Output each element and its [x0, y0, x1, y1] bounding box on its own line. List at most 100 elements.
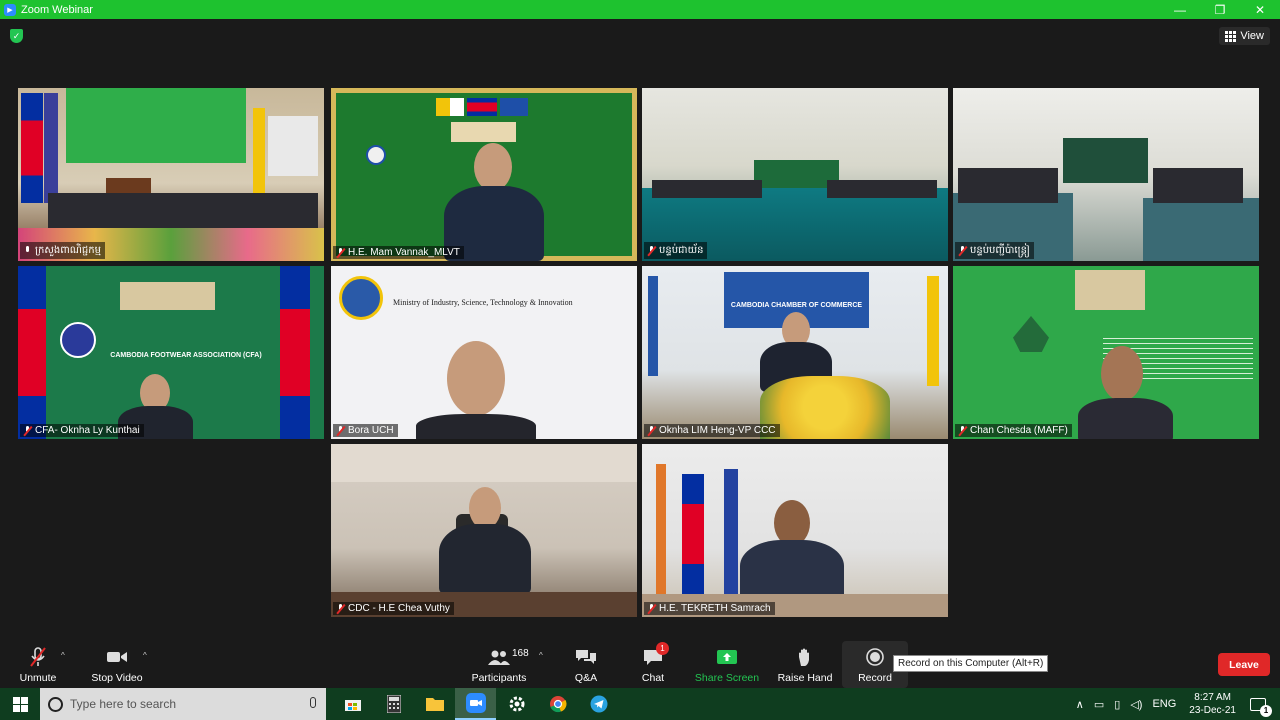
clock[interactable]: 8:27 AM 23-Dec-21	[1189, 691, 1236, 717]
share-screen-button[interactable]: Share Screen	[694, 641, 760, 688]
ministry-sign: Ministry of Industry, Science, Technolog…	[393, 298, 573, 307]
flag	[724, 469, 738, 594]
calculator-app-icon[interactable]	[373, 688, 414, 720]
cortana-icon	[48, 696, 63, 712]
stop-video-button[interactable]: Stop Video	[89, 641, 145, 688]
stage-banner	[66, 88, 246, 163]
maximize-button[interactable]: ❐	[1200, 0, 1240, 19]
video-tile[interactable]: CDC - H.E Chea Vuthy	[331, 444, 637, 617]
audience	[48, 193, 318, 228]
telegram-app-icon[interactable]	[578, 688, 619, 720]
attendees	[652, 180, 762, 198]
participants-button[interactable]: 168 Participants	[468, 641, 530, 688]
battery-icon[interactable]: ▯	[1114, 698, 1120, 711]
participant-label: H.E. Mam Vannak_MLVT	[333, 246, 464, 259]
microphone-muted-icon	[647, 245, 656, 256]
participants-chevron-icon[interactable]: ^	[539, 651, 543, 660]
meeting-toolbar: Unmute ^ Stop Video ^ 168 Participants ^…	[0, 641, 1280, 688]
settings-gear-icon[interactable]	[496, 688, 537, 720]
person-head	[1101, 346, 1143, 401]
participant-count: 168	[512, 648, 529, 659]
unmute-button[interactable]: Unmute	[16, 641, 60, 688]
raise-hand-button[interactable]: Raise Hand	[776, 641, 834, 688]
start-button[interactable]	[0, 688, 40, 720]
ministry-logo-icon	[366, 145, 386, 165]
microphone-muted-icon	[23, 425, 32, 436]
leave-button[interactable]: Leave	[1218, 653, 1270, 676]
zoom-app-icon: ▶	[4, 3, 16, 16]
cambodia-flag	[18, 266, 46, 439]
attendees	[1153, 168, 1243, 203]
volume-icon[interactable]: ◁)	[1130, 698, 1142, 711]
participant-name: CDC - H.E Chea Vuthy	[348, 603, 450, 614]
raise-hand-icon	[794, 646, 816, 668]
show-hidden-icons-chevron-icon[interactable]: ∧	[1076, 698, 1084, 711]
window-controls: — ❐ ✕	[1160, 0, 1280, 19]
flag	[253, 108, 265, 198]
participant-name: Chan Chesda (MAFF)	[970, 425, 1068, 436]
wall-carving	[331, 444, 637, 482]
record-label: Record	[858, 672, 892, 684]
meeting-area: ✓ View ក្រសួងពាណិជ្ជកម្ម H.E. Mam Vannak…	[0, 19, 1280, 641]
video-tile[interactable]: H.E. Mam Vannak_MLVT	[331, 88, 637, 261]
file-explorer-app-icon[interactable]	[414, 688, 455, 720]
qa-button[interactable]: Q&A	[566, 641, 606, 688]
encryption-shield-icon[interactable]: ✓	[10, 29, 23, 43]
audio-options-chevron-icon[interactable]: ^	[61, 651, 65, 660]
person-head	[474, 143, 512, 191]
back-wall-screen	[1063, 138, 1148, 183]
participant-name: H.E. TEKRETH Samrach	[659, 603, 771, 614]
video-tile[interactable]: CAMBODIA CHAMBER OF COMMERCE Oknha LIM H…	[642, 266, 948, 439]
participant-label: បន្ទប់ជាយ័ន	[644, 242, 708, 259]
share-screen-icon	[716, 646, 738, 668]
person-body	[439, 524, 531, 594]
chat-button[interactable]: 1 Chat	[633, 641, 673, 688]
microphone-muted-icon	[27, 646, 49, 668]
conference-table	[1143, 198, 1259, 261]
window-title: Zoom Webinar	[21, 3, 93, 16]
microphone-icon	[23, 245, 32, 256]
notification-center-icon[interactable]: 1	[1250, 697, 1272, 717]
person-body	[1078, 398, 1173, 439]
microphone-icon[interactable]	[310, 697, 316, 708]
microphone-muted-icon	[336, 603, 345, 614]
system-tray: ∧ ▭ ▯ ◁) ENG 8:27 AM 23-Dec-21 1	[1071, 688, 1280, 720]
flag	[648, 276, 658, 376]
chamber-sign-text: CAMBODIA CHAMBER OF COMMERCE	[730, 302, 863, 309]
person-head	[469, 487, 501, 529]
participant-name: H.E. Mam Vannak_MLVT	[348, 247, 460, 258]
video-tile[interactable]: Ministry of Industry, Science, Technolog…	[331, 266, 637, 439]
video-tile[interactable]: បន្ទប់ជាយ័ន	[642, 88, 948, 261]
view-button[interactable]: View	[1219, 27, 1270, 45]
portraits	[451, 122, 516, 142]
cambodia-flag	[280, 266, 310, 439]
participant-name: CFA- Oknha Ly Kunthai	[35, 425, 140, 436]
person-body	[416, 414, 536, 439]
close-button[interactable]: ✕	[1240, 0, 1280, 19]
chrome-app-icon[interactable]	[537, 688, 578, 720]
zoom-app-icon[interactable]	[455, 688, 496, 720]
video-tile[interactable]: CAMBODIA FOOTWEAR ASSOCIATION (CFA) CFA-…	[18, 266, 324, 439]
taskbar-search[interactable]: Type here to search	[40, 688, 326, 720]
video-tile[interactable]: Chan Chesda (MAFF)	[953, 266, 1259, 439]
network-icon[interactable]: ▭	[1094, 698, 1104, 711]
notification-count: 1	[1260, 704, 1272, 717]
record-icon	[864, 646, 886, 668]
windows-taskbar: Type here to search ∧ ▭ ▯ ◁) ENG 8:27 AM…	[0, 688, 1280, 720]
share-screen-label: Share Screen	[694, 672, 760, 684]
language-indicator[interactable]: ENG	[1152, 698, 1176, 710]
attendees	[958, 168, 1058, 203]
search-placeholder: Type here to search	[70, 697, 177, 711]
video-tile[interactable]: ក្រសួងពាណិជ្ជកម្ម	[18, 88, 324, 261]
store-app-icon[interactable]	[332, 688, 373, 720]
chat-icon: 1	[642, 642, 669, 668]
participant-name: Bora UCH	[348, 425, 394, 436]
video-tile[interactable]: H.E. TEKRETH Samrach	[642, 444, 948, 617]
title-bar: ▶ Zoom Webinar — ❐ ✕	[0, 0, 1280, 19]
video-options-chevron-icon[interactable]: ^	[143, 651, 147, 660]
clock-date: 23-Dec-21	[1189, 705, 1236, 716]
cambodia-flag	[682, 474, 704, 594]
minimize-button[interactable]: —	[1160, 0, 1200, 19]
video-tile[interactable]: បន្ទប់បញ្ជីប៉ាន្ត្រៀ	[953, 88, 1259, 261]
qa-label: Q&A	[574, 672, 598, 684]
